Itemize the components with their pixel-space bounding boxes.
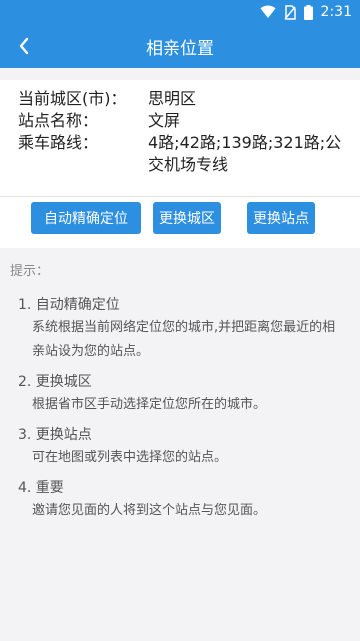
- station-value: 文屏: [148, 111, 181, 130]
- app-bar: 相亲位置: [0, 24, 360, 68]
- battery-icon: [303, 4, 313, 20]
- tip-heading: 3. 更换站点: [18, 427, 92, 443]
- tips-list: 1. 自动精确定位 系统根据当前网络定位您的城市,并把距离您最近的相亲站设为您的…: [18, 294, 348, 530]
- auto-locate-button[interactable]: 自动精确定位: [31, 202, 141, 234]
- tip-item: 1. 自动精确定位 系统根据当前网络定位您的城市,并把距离您最近的相亲站设为您的…: [18, 294, 348, 364]
- city-label: 当前城区(市)：: [18, 89, 127, 108]
- tip-text: 系统根据当前网络定位您的城市,并把距离您最近的相亲站设为您的站点。: [32, 320, 336, 359]
- route-value: 4路;42路;139路;321路;公交机场专线: [148, 133, 342, 174]
- status-bar: 2:31: [0, 0, 360, 24]
- station-label: 站点名称：: [18, 111, 99, 130]
- no-sim-icon: [283, 4, 296, 20]
- tip-text: 邀请您见面的人将到这个站点与您见面。: [32, 503, 267, 518]
- tip-heading: 4. 重要: [18, 480, 64, 496]
- tips-title: 提示：: [10, 264, 50, 279]
- tip-item: 4. 重要 邀请您见面的人将到这个站点与您见面。: [18, 477, 348, 523]
- change-station-button[interactable]: 更换站点: [247, 202, 315, 234]
- tip-text: 根据省市区手动选择定位您所在的城市。: [32, 397, 267, 412]
- tip-heading: 2. 更换城区: [18, 374, 92, 390]
- tip-item: 2. 更换城区 根据省市区手动选择定位您所在的城市。: [18, 371, 348, 417]
- route-label: 乘车路线：: [18, 133, 99, 152]
- back-button[interactable]: [10, 32, 38, 60]
- tip-text: 可在地图或列表中选择您的站点。: [32, 450, 228, 465]
- tip-heading: 1. 自动精确定位: [18, 297, 120, 313]
- chevron-left-icon: [19, 37, 29, 55]
- tip-item: 3. 更换站点 可在地图或列表中选择您的站点。: [18, 424, 348, 470]
- page-title: 相亲位置: [146, 38, 214, 59]
- wifi-icon: [260, 5, 276, 19]
- city-value: 思明区: [148, 89, 197, 108]
- divider: [0, 196, 360, 197]
- change-district-button[interactable]: 更换城区: [153, 202, 221, 234]
- status-time: 2:31: [320, 4, 352, 20]
